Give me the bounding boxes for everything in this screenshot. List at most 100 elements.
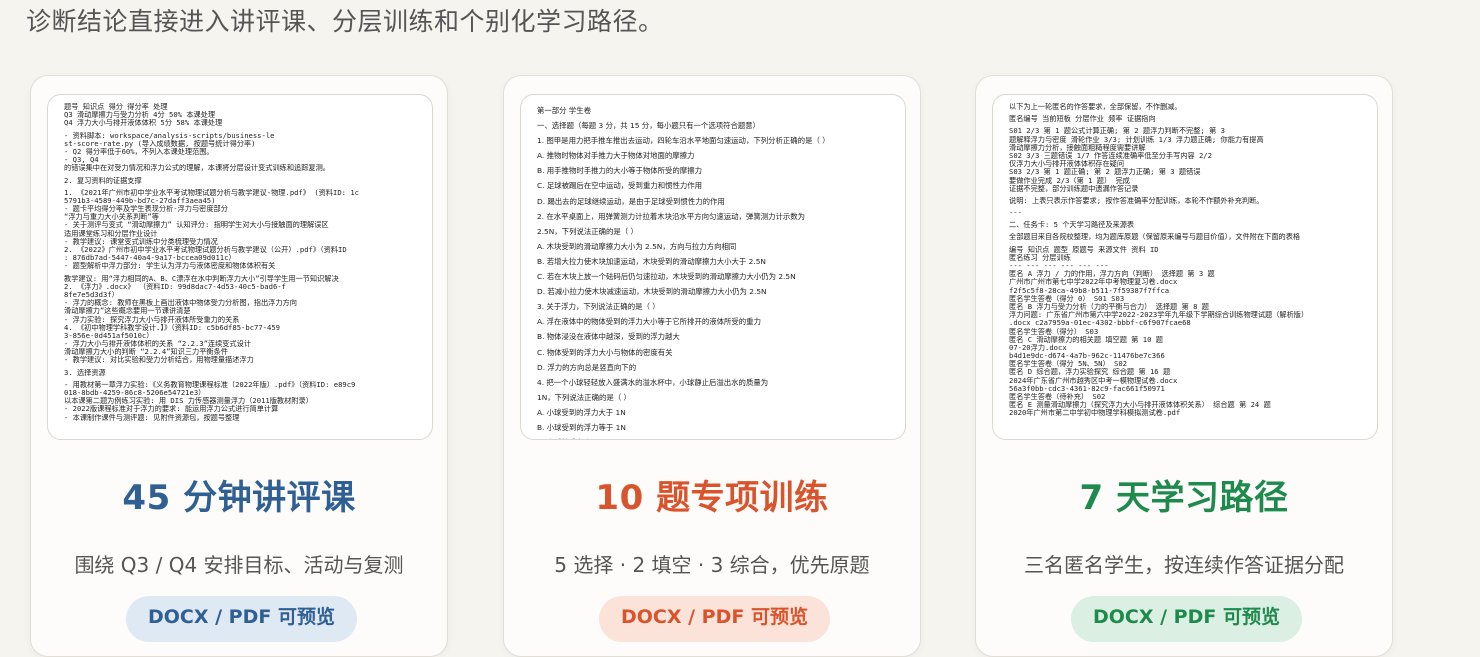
document-line: 2020年广州市第二中学初中物理学科模拟测试卷.pdf	[1009, 409, 1181, 418]
document-line: S02 3/3 三题错误 1/7 作答连续准确率低至分手写内容 2/2	[1009, 151, 1212, 160]
document-line: 浮力问题: 广东省广州市第六中学2022-2023学年九年级下学期综合训练物理试…	[1009, 311, 1309, 320]
document-line: D. 浮力的方向总是竖直向下的	[537, 362, 637, 372]
card-headline: 10 题专项训练	[595, 478, 829, 518]
document-line: C. 小球的重力小于 1N	[537, 435, 893, 439]
document-line: 以下为上一轮匿名的作答要求，全部保留，不作删减。	[1009, 103, 1182, 111]
document-line: 匿名 A 浮力 / 力的作用，浮力方向（判断） 选择题 第 3 题	[1009, 270, 1215, 279]
document-line: b4d1e9dc-d674-4a7b-962c-11476be7c366	[1009, 352, 1165, 361]
document-line: - 资料脚本: workspace/analysis-scripts/busin…	[64, 131, 275, 140]
document-text: 第一部分 学生卷一、选择题（每题 3 分，共 15 分，每小题只有一个选项符合题…	[537, 103, 893, 439]
document-line: 匿名 D 综合题，浮力实验探究 综合题 第 16 题	[1009, 368, 1171, 377]
document-line: 1N，下列说法正确的是（ ）	[537, 392, 631, 402]
document-text: 题号 知识点 得分 得分率 处理 Q3 滑动摩擦力与受力分析 4分 50% 本课处…	[64, 103, 416, 422]
document-line: A. 浮在液体中的物体受到的浮力大小等于它所排开的液体所受的重力	[537, 317, 761, 327]
document-line: 2024年广东省广州市越秀区中考一模物理试卷.docx	[1009, 376, 1178, 385]
document-line: --- --- --- --- --- ---	[1009, 262, 1109, 270]
document-line: 2.5N，下列说法正确的是（ ）	[537, 226, 638, 236]
document-line: D. 若减小拉力使木块减速运动，木块受到的滑动摩擦力大小仍为 2.5N	[537, 287, 767, 297]
document-line: 5791b3-4589-449b-bd7c-27daff3aea45)	[64, 196, 216, 205]
document-line: 4. 《初中物理学科教学设计.】》（资料ID: c5b6df85-bc77-45…	[64, 323, 280, 332]
preview-badge[interactable]: DOCX / PDF 可预览	[1071, 596, 1302, 642]
document-line: - 浮力的概念: 教师在黑板上画出液体中物体受力分析图，指出浮力方向	[64, 299, 297, 308]
document-line: 匿名 B 浮力与受力分析（力的平衡与合力） 选择题 第 8 题	[1009, 302, 1209, 311]
document-line: D. 踢出去的足球继续运动，是由于足球受到惯性力的作用	[537, 196, 725, 206]
document-line: 3-856e-0d451af5010c）	[64, 331, 154, 340]
document-line: 二、任务卡: 5 个天学习路径及来源表	[1009, 221, 1135, 230]
document-line: 证据不完整，部分训练题中遗漏作答记录	[1009, 184, 1139, 193]
document-line: 的错误集中在对受力情况和浮力公式的理解，本课将分层设计变式训练和追踪复测。	[64, 164, 330, 173]
preview-badge[interactable]: DOCX / PDF 可预览	[126, 596, 357, 642]
document-line: 匿名 E 测量滑动摩擦力（探究浮力大小与排开液体体积关系） 综合题 第 24 题	[1009, 401, 1271, 410]
document-line: B. 物体浸没在液体中越深，受到的浮力越大	[537, 332, 680, 342]
document-line: 3. 关于浮力，下列说法正确的是（ ）	[537, 302, 660, 312]
document-line: 教学建议: 用“浮力相同的A、B、C漂浮在水中判断浮力大小”引导学生用一节知识解…	[64, 274, 339, 283]
document-line: 题号 知识点 得分 得分率 处理	[64, 103, 168, 111]
intro-text: 诊断结论直接进入讲评课、分层训练和个别化学习路径。	[26, 7, 664, 36]
document-line: 第一部分 学生卷	[537, 106, 592, 115]
preview-badge[interactable]: DOCX / PDF 可预览	[599, 596, 830, 642]
document-line: - 本课制作课件与测评题: 见附件资源包，按题号整理	[64, 413, 240, 422]
document-line: 3. 选择资源	[64, 368, 106, 377]
document-line: 匿名学生答卷（待补充） S02	[1009, 393, 1106, 401]
document-line: 一、选择题（每题 3 分，共 15 分，每小题只有一个选项符合题意）	[537, 121, 761, 131]
document-line: - 教学建议: 课堂变式训练中分类梳理受力情况	[64, 237, 218, 246]
document-line: 2. 在水平桌面上，用弹簧测力计拉着木块沿水平方向匀速运动，弹簧测力计示数为	[537, 211, 806, 221]
card-lesson-plan[interactable]: 题号 知识点 得分 得分率 处理 Q3 滑动摩擦力与受力分析 4分 50% 本课处…	[30, 75, 448, 657]
document-line: B. 若增大拉力使木块加速运动，木块受到的滑动摩擦力大小大于 2.5N	[537, 256, 766, 266]
document-line: 匿名学生答卷（得分） S03	[1009, 327, 1099, 336]
document-line: 4. 把一个小球轻轻放入盛满水的溢水杯中，小球静止后溢出水的质量为	[537, 377, 769, 387]
document-line: 滑动摩擦力大小的判断 “2.2.4”知识三力平衡条件	[64, 348, 228, 357]
document-line: 匿名练习 分层训练	[1009, 253, 1071, 262]
document-line: 题解释浮力与密度 滑轮作业 3/3; 计划训练 1/3 浮力题正确; 你能力有提…	[1009, 135, 1264, 144]
document-line: 匿名 C 滑动摩擦力的相关题 填空题 第 10 题	[1009, 335, 1163, 344]
card-headline: 45 分钟讲评课	[122, 478, 356, 518]
card-headline: 7 天学习路径	[1079, 478, 1289, 518]
document-line: 要做作业完成 2/3（第 1 题） 完成	[1009, 176, 1130, 185]
document-line: - 题卡平均得分率及学生表现分析-浮力与密度部分	[64, 205, 228, 214]
document-preview-lesson[interactable]: 题号 知识点 得分 得分率 处理 Q3 滑动摩擦力与受力分析 4分 50% 本课处…	[47, 94, 433, 440]
document-line: B. 用手推物时手推力的大小等于物体所受的摩擦力	[537, 166, 702, 176]
document-line: 以本课第二题为例练习实验: 用 DIS 力传感器测量浮力（2011版教材附录）	[64, 397, 313, 406]
document-line: “浮力与重力大小关系判断”等	[64, 213, 159, 222]
document-line: Q3 滑动摩擦力与受力分析 4分 50% 本课处理	[64, 111, 216, 120]
document-line: 仅浮力大小与排开液体体积存在疑问	[1009, 160, 1125, 169]
document-line: Q4 浮力大小与排开液体体积 5分 58% 本课处理	[64, 119, 223, 128]
document-line: 2. 《2022》广州市初中学业水平考试物理试题分析与教学建议（公开）.pdf》…	[64, 246, 347, 254]
document-preview-practice[interactable]: 第一部分 学生卷一、选择题（每题 3 分，共 15 分，每小题只有一个选项符合题…	[520, 94, 906, 440]
document-line: C. 物体受到的浮力大小与物体的密度有关	[537, 347, 673, 357]
document-line: 07-20浮力.docx	[1009, 343, 1067, 352]
document-line: C. 若在木块上放一个砝码后仍匀速拉动，木块受到的滑动摩擦力大小仍为 2.5N	[537, 272, 796, 282]
document-line: 适用课堂练习和分层作业设计	[64, 229, 158, 238]
document-text: 以下为上一轮匿名的作答要求，全部保留，不作删减。 匿名编号 当前短板 分层作业 频…	[1009, 103, 1361, 418]
document-line: - 关于测评与变式 “滑动摩擦力” 认知评分: 指明学生对大小与接触面的理解误区	[64, 221, 329, 230]
document-line: ---	[1009, 209, 1022, 218]
document-line: f2f5c5f8-28ca-49b8-b511-7f59387f7ffca	[1009, 286, 1170, 295]
document-line: - 教学建议: 对比实验和受力分析结合，用物理量描述浮力	[64, 356, 254, 365]
document-line: 1. 图甲是用力把手推车推出去运动，四轮车沿水平地面匀速运动，下列分析正确的是（…	[537, 136, 830, 146]
card-subtitle: 5 选择 · 2 填空 · 3 综合，优先原题	[554, 553, 870, 577]
document-line: 2. 《浮力》.docx》 （资料ID: 99d8dac7-4d53-40c5-…	[64, 282, 286, 291]
document-line: C. 足球被踢后在空中运动，受到重力和惯性力作用	[537, 181, 703, 191]
document-line: .docx c2a7959a-01ec-4302-bbbf-c6f907fcae…	[1009, 319, 1191, 328]
document-line: A. 木块受到的滑动摩擦力大小为 2.5N，方向与拉力方向相同	[537, 241, 737, 251]
document-line: - 浮力实验: 探究浮力大小与排开液体所受重力的关系	[64, 315, 240, 324]
document-line: A. 小球受到的浮力大于 1N	[537, 407, 626, 417]
document-line: 8fe7e5d3d3f）	[64, 290, 119, 299]
document-line: 018-8bdb-4259-86c8-5206e54721e3）	[64, 389, 206, 397]
document-line: - Q2 得分率低于60%，不列入本课处理范围。	[64, 147, 214, 156]
document-line: - 2022版课程标准对于浮力的要求: 能运用浮力公式进行简单计算	[64, 405, 279, 414]
card-practice[interactable]: 第一部分 学生卷一、选择题（每题 3 分，共 15 分，每小题只有一个选项符合题…	[503, 75, 921, 657]
document-line: A. 推物时物体对手推力大于物体对地面的摩擦力	[537, 151, 695, 161]
card-learning-path[interactable]: 以下为上一轮匿名的作答要求，全部保留，不作删减。 匿名编号 当前短板 分层作业 频…	[975, 75, 1393, 657]
document-line: st-score-rate.py (导入成绩数据, 按题号统计得分率)	[64, 139, 256, 148]
document-line: 全部题目来自各院校整理，均为题库原题（保留原来编号与题目价值），文件附在下面的表…	[1009, 233, 1301, 242]
document-line: 广州市广州市第七中学2022年中考物理复习卷.docx	[1009, 278, 1178, 287]
card-subtitle: 围绕 Q3 / Q4 安排目标、活动与复测	[74, 553, 404, 577]
document-line: B. 小球受到的浮力等于 1N	[537, 422, 626, 432]
document-line: 2. 复习资料的证据支撑	[64, 176, 142, 185]
document-preview-path[interactable]: 以下为上一轮匿名的作答要求，全部保留，不作删减。 匿名编号 当前短板 分层作业 频…	[992, 94, 1378, 440]
document-line: - 用教材第一章浮力实验:《义务教育物理课程标准（2022年版）.pdf》（资料…	[64, 380, 356, 389]
document-line: 56a3f0bb-cdc3-4361-82c9-fac661f50971	[1009, 384, 1165, 393]
document-line: : 876db7ad-5447-40a4-9a17-bccea09d011c）	[64, 254, 236, 263]
card-subtitle: 三名匿名学生，按连续作答证据分配	[1024, 553, 1344, 577]
